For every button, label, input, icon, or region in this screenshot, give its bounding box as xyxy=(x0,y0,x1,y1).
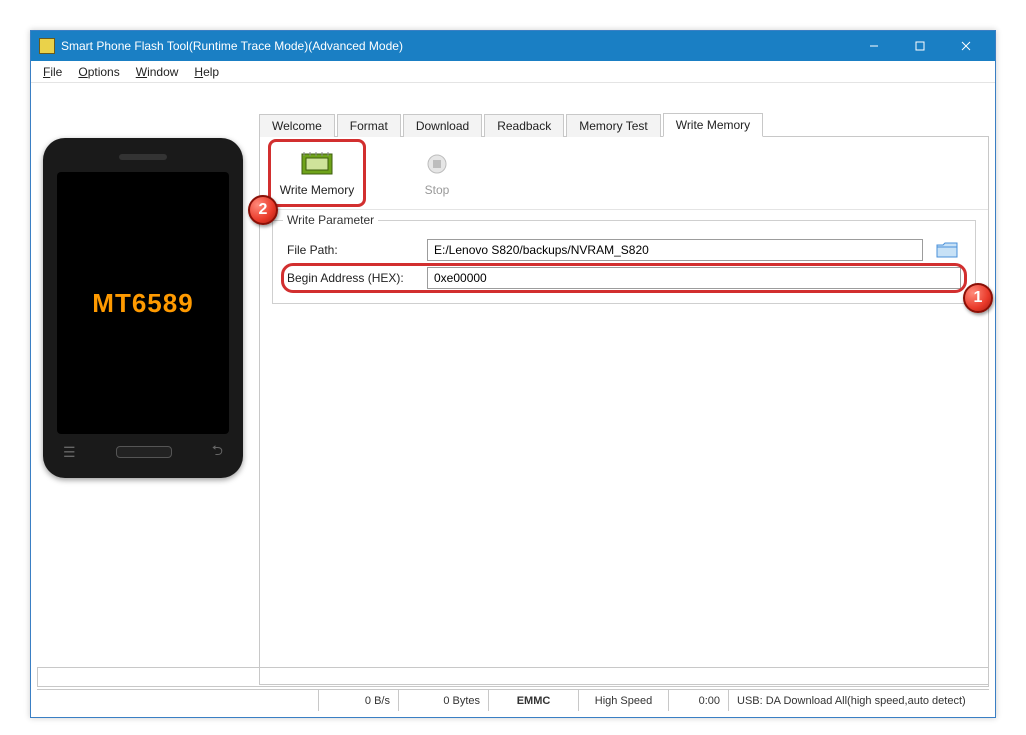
phone-speaker xyxy=(119,154,167,160)
close-button[interactable] xyxy=(943,32,989,60)
memory-chip-icon xyxy=(299,151,335,177)
status-spacer xyxy=(37,690,319,711)
minimize-button[interactable] xyxy=(851,32,897,60)
tab-readback[interactable]: Readback xyxy=(484,114,564,137)
tabstrip: Welcome Format Download Readback Memory … xyxy=(259,113,989,137)
begin-address-label: Begin Address (HEX): xyxy=(287,271,417,285)
tab-welcome[interactable]: Welcome xyxy=(259,114,335,137)
phone-screen: MT6589 xyxy=(57,172,229,434)
write-memory-button[interactable]: Write Memory xyxy=(272,147,362,201)
content-area: BM MT6589 ☰ ⮌ Welcome Format Download Re… xyxy=(31,83,995,717)
tab-memory-test[interactable]: Memory Test xyxy=(566,114,660,137)
phone-navkeys: ☰ ⮌ xyxy=(43,440,243,464)
tab-write-memory[interactable]: Write Memory xyxy=(663,113,763,137)
progress-bar xyxy=(37,667,989,687)
write-parameter-group: Write Parameter File Path: Begin Addre xyxy=(272,220,976,304)
menu-options[interactable]: Options xyxy=(72,63,125,81)
tab-body-write-memory: Write Memory Stop 2 Write Parameter File… xyxy=(259,137,989,685)
tab-download[interactable]: Download xyxy=(403,114,482,137)
file-path-input[interactable] xyxy=(427,239,923,261)
window-controls xyxy=(851,32,989,60)
annotation-bubble-2: 2 xyxy=(248,195,278,225)
app-icon xyxy=(39,38,55,54)
file-path-row: File Path: xyxy=(287,239,961,261)
phone-home-icon xyxy=(116,446,172,458)
maximize-button[interactable] xyxy=(897,32,943,60)
write-parameter-legend: Write Parameter xyxy=(283,213,378,227)
annotation-bubble-1: 1 xyxy=(963,283,993,313)
browse-folder-button[interactable] xyxy=(933,239,961,261)
menu-window[interactable]: Window xyxy=(130,63,185,81)
file-path-label: File Path: xyxy=(287,243,417,257)
chip-label: MT6589 xyxy=(92,288,193,319)
phone-back-icon: ⮌ xyxy=(212,440,223,464)
phone-illustration: BM MT6589 ☰ ⮌ xyxy=(43,138,243,478)
stop-icon xyxy=(419,151,455,177)
menu-file[interactable]: File xyxy=(37,63,68,81)
status-usb: USB: DA Download All(high speed,auto det… xyxy=(729,690,989,711)
stop-label: Stop xyxy=(425,183,450,197)
phone-body: BM MT6589 ☰ ⮌ xyxy=(43,138,243,478)
status-speed: High Speed xyxy=(579,690,669,711)
menubar: File Options Window Help xyxy=(31,61,995,83)
statusbar: 0 B/s 0 Bytes EMMC High Speed 0:00 USB: … xyxy=(37,689,989,711)
workarea: Welcome Format Download Readback Memory … xyxy=(259,113,989,685)
menu-help[interactable]: Help xyxy=(188,63,225,81)
folder-icon xyxy=(936,241,958,259)
write-memory-label: Write Memory xyxy=(280,183,354,197)
begin-address-row: Begin Address (HEX): xyxy=(287,267,961,289)
phone-menu-icon: ☰ xyxy=(63,444,76,461)
begin-address-input[interactable] xyxy=(427,267,961,289)
status-storage: EMMC xyxy=(489,690,579,711)
status-time: 0:00 xyxy=(669,690,729,711)
status-rate: 0 B/s xyxy=(319,690,399,711)
stop-button[interactable]: Stop xyxy=(392,147,482,201)
titlebar: Smart Phone Flash Tool(Runtime Trace Mod… xyxy=(31,31,995,61)
window-title: Smart Phone Flash Tool(Runtime Trace Mod… xyxy=(61,39,851,53)
app-window: Smart Phone Flash Tool(Runtime Trace Mod… xyxy=(30,30,996,718)
status-bytes: 0 Bytes xyxy=(399,690,489,711)
tab-format[interactable]: Format xyxy=(337,114,401,137)
toolbar: Write Memory Stop 2 xyxy=(260,137,988,210)
